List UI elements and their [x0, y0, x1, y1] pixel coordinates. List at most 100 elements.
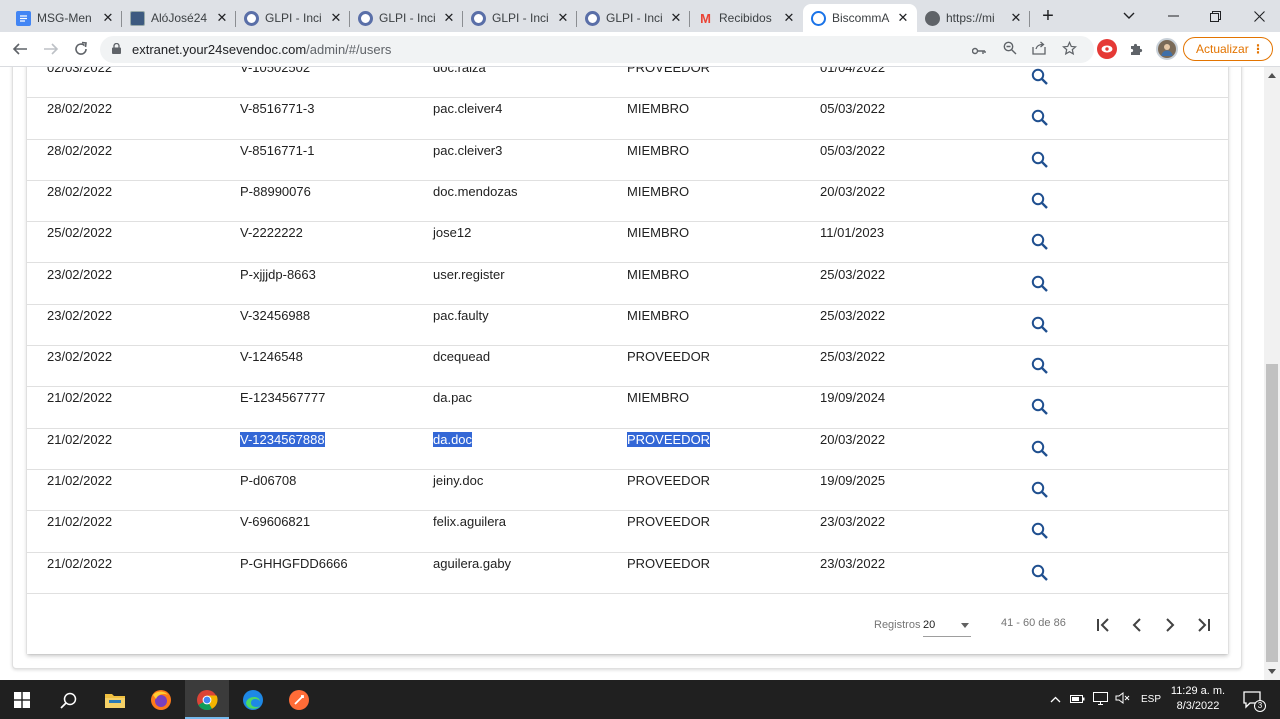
created-date-cell: 21/02/2022: [47, 431, 113, 447]
lock-icon: [112, 43, 121, 54]
new-tab-button[interactable]: +: [1037, 6, 1059, 28]
scrollbar-thumb[interactable]: [1266, 364, 1278, 662]
file-explorer-icon[interactable]: [102, 687, 128, 713]
previous-page-button[interactable]: [1125, 613, 1149, 637]
view-user-button[interactable]: [1031, 522, 1051, 542]
close-tab-icon[interactable]: ✕: [668, 10, 684, 26]
table-row: 23/02/2022 V-32456988 pac.faulty MIEMBRO 25/…: [27, 305, 1228, 347]
edge-icon[interactable]: [240, 687, 266, 713]
view-user-button[interactable]: [1031, 316, 1051, 336]
view-user-button[interactable]: [1031, 192, 1051, 212]
browser-tab[interactable]: GLPI - Inci ✕: [350, 4, 463, 32]
close-tab-icon[interactable]: ✕: [214, 10, 230, 26]
address-bar[interactable]: extranet.your24sevendoc.com/admin/#/user…: [100, 36, 1094, 63]
browser-tab[interactable]: BiscommA ✕: [803, 4, 917, 32]
zoom-icon[interactable]: [1001, 41, 1019, 59]
next-page-button[interactable]: [1158, 613, 1182, 637]
key-icon[interactable]: [970, 41, 988, 59]
browser-tab[interactable]: AlóJosé24 ✕: [122, 4, 236, 32]
browser-tab[interactable]: GLPI - Inci ✕: [463, 4, 577, 32]
table-row: 21/02/2022 P-d06708 jeiny.doc PROVEEDOR 19/0…: [27, 470, 1228, 512]
bookmark-star-icon[interactable]: [1060, 40, 1078, 59]
update-browser-button[interactable]: Actualizar ⋮: [1183, 37, 1273, 61]
close-tab-icon[interactable]: ✕: [100, 10, 116, 26]
notifications-button[interactable]: 3: [1240, 687, 1266, 713]
extension-icon[interactable]: [1097, 39, 1117, 59]
expiry-date-cell: 01/04/2022: [820, 67, 886, 75]
close-tab-icon[interactable]: ✕: [555, 10, 571, 26]
browser-tab[interactable]: M Recibidos ✕: [690, 4, 803, 32]
volume-mute-icon[interactable]: [1112, 692, 1132, 707]
page-size-label: Registros: [874, 619, 921, 631]
view-user-button[interactable]: [1031, 357, 1051, 377]
extensions-puzzle-icon[interactable]: [1126, 39, 1146, 59]
language-indicator[interactable]: ESP: [1141, 694, 1161, 705]
more-vert-icon[interactable]: ⋮: [1252, 38, 1264, 60]
close-icon: [1253, 10, 1265, 22]
profile-avatar[interactable]: [1156, 38, 1178, 60]
close-tab-icon[interactable]: ✕: [781, 10, 797, 26]
minimize-icon: [1167, 15, 1179, 17]
view-user-button[interactable]: [1031, 109, 1051, 129]
page-scrollbar[interactable]: [1264, 67, 1280, 680]
chevron-up-icon[interactable]: [1046, 694, 1064, 706]
last-page-button[interactable]: [1192, 613, 1216, 637]
view-user-button[interactable]: [1031, 151, 1051, 171]
view-user-button[interactable]: [1031, 68, 1051, 88]
scroll-down-arrow[interactable]: [1268, 669, 1276, 674]
view-user-button[interactable]: [1031, 233, 1051, 253]
role-cell: PROVEEDOR: [627, 514, 711, 530]
browser-tab[interactable]: GLPI - Inci ✕: [236, 4, 350, 32]
role-cell: PROVEEDOR: [627, 431, 711, 447]
document-id-cell: P-d06708: [240, 473, 297, 488]
start-button[interactable]: [9, 687, 35, 713]
restore-button[interactable]: [1192, 0, 1238, 32]
document-id-cell: P-GHHGFDD6666: [240, 555, 348, 571]
firefox-icon[interactable]: [148, 687, 174, 713]
search-button[interactable]: [55, 687, 81, 713]
search-icon: [1031, 275, 1048, 292]
network-icon[interactable]: [1090, 691, 1110, 708]
view-user-button[interactable]: [1031, 398, 1051, 418]
taskbar-clock[interactable]: 11:29 a. m. 8/3/2022: [1168, 684, 1228, 714]
expiry-date-cell: 23/03/2022: [820, 555, 886, 571]
url-host: extranet.your24sevendoc.com: [132, 42, 307, 57]
close-tab-icon[interactable]: ✕: [441, 10, 457, 26]
chrome-icon[interactable]: [194, 687, 220, 713]
first-page-button[interactable]: [1091, 613, 1115, 637]
view-user-button[interactable]: [1031, 275, 1051, 295]
close-tab-icon[interactable]: ✕: [328, 10, 344, 26]
view-user-button[interactable]: [1031, 564, 1051, 584]
gmail-icon: M: [700, 10, 711, 26]
created-date-cell: 02/03/2022: [47, 67, 113, 75]
browser-tab[interactable]: GLPI - Inci ✕: [577, 4, 690, 32]
page-size-select[interactable]: 20: [923, 613, 971, 637]
expiry-date-cell: 05/03/2022: [820, 142, 886, 158]
postman-icon[interactable]: [286, 687, 312, 713]
scroll-up-arrow[interactable]: [1268, 73, 1276, 78]
view-user-button[interactable]: [1031, 481, 1051, 501]
close-tab-icon[interactable]: ✕: [895, 10, 911, 26]
browser-tab[interactable]: https://mi ✕: [917, 4, 1030, 32]
browser-tab[interactable]: MSG-Men ✕: [8, 4, 122, 32]
forward-button[interactable]: [39, 38, 63, 60]
expiry-date-cell: 05/03/2022: [820, 101, 886, 117]
username-cell: dcequead: [433, 349, 491, 365]
close-window-button[interactable]: [1236, 0, 1280, 32]
username-cell: jose12: [433, 225, 472, 241]
role-cell: MIEMBRO: [627, 101, 690, 117]
role-cell: MIEMBRO: [627, 183, 690, 199]
table-row: 21/02/2022 V-69606821 felix.aguilera PROVEE…: [27, 511, 1228, 553]
tab-search-button[interactable]: [1106, 0, 1152, 32]
back-button[interactable]: [8, 38, 32, 60]
view-user-button[interactable]: [1031, 440, 1051, 460]
battery-icon[interactable]: [1067, 693, 1087, 707]
expiry-date-cell: 25/03/2022: [820, 307, 886, 323]
document-id-cell: V-10502502: [240, 67, 311, 75]
share-icon[interactable]: [1030, 41, 1048, 59]
reload-button[interactable]: [69, 38, 93, 60]
close-tab-icon[interactable]: ✕: [1008, 10, 1024, 26]
minimize-button[interactable]: [1150, 0, 1196, 32]
biscomm-icon: [811, 10, 826, 26]
docs-icon: [16, 10, 31, 26]
